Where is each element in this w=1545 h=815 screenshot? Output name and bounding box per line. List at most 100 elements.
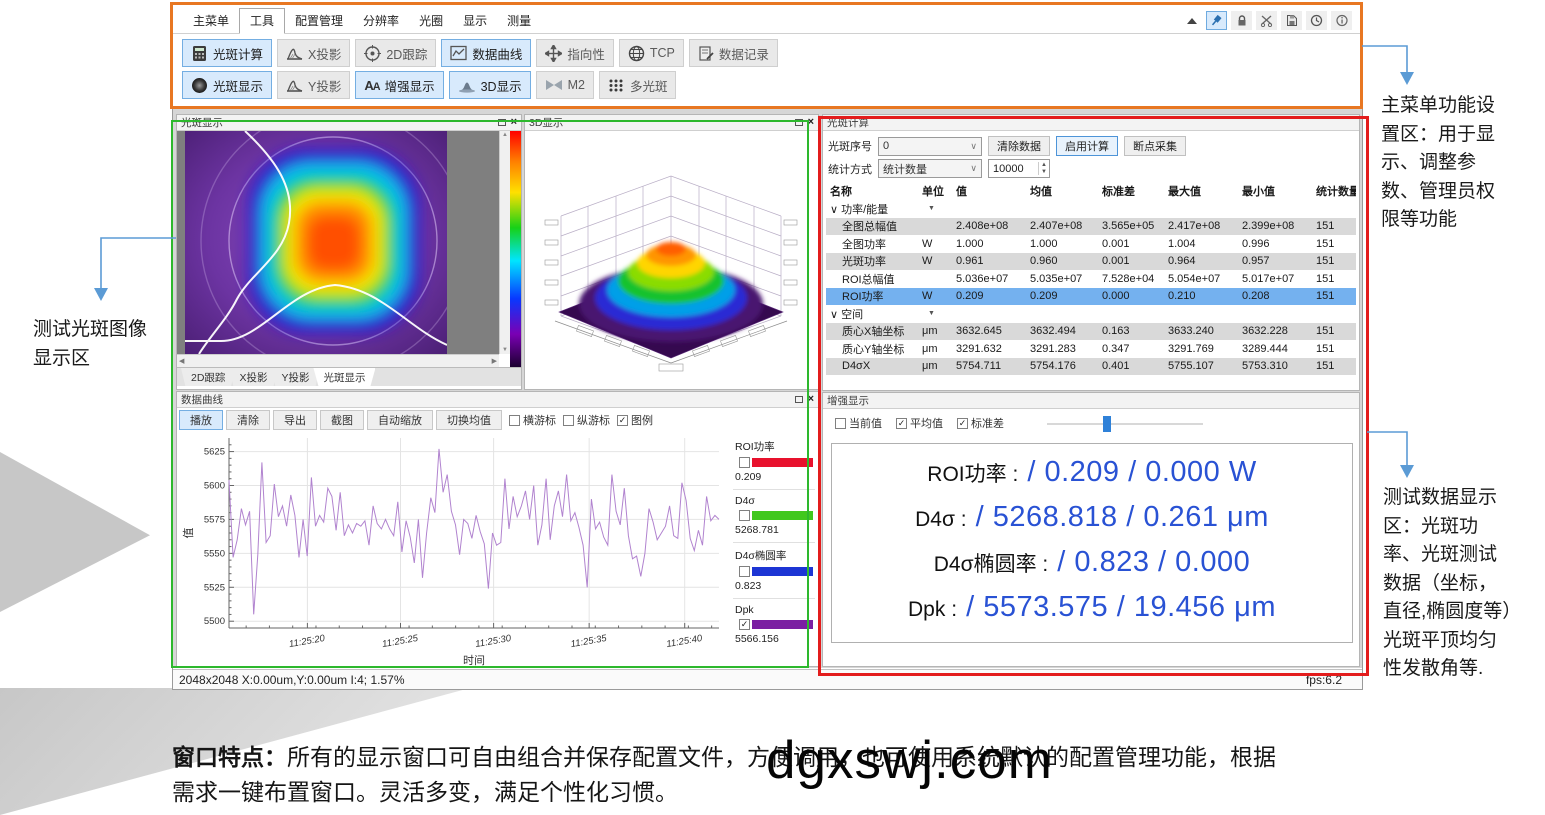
pin-button[interactable] (1206, 11, 1227, 30)
data-curve-button[interactable]: 数据曲线 (441, 39, 531, 67)
close-icon[interactable]: × (511, 117, 517, 128)
play-button[interactable]: 播放 (179, 410, 223, 430)
table-cell: 0.210 (1168, 290, 1242, 302)
group-row[interactable]: ∨ 功率/能量▼ (826, 200, 1356, 218)
track-2d-button[interactable]: 2D跟踪 (355, 39, 436, 67)
table-row[interactable]: 质心Y轴坐标μm3291.6323291.2830.3473291.769328… (826, 340, 1356, 358)
enable-calc-button[interactable]: 启用计算 (1056, 136, 1118, 156)
collapse-icon (1186, 16, 1198, 26)
table-cell: 151 (1316, 360, 1356, 372)
seq-select[interactable]: 0∨ (878, 137, 982, 156)
menu-tab-tools[interactable]: 工具 (239, 8, 285, 34)
stat-mode-select[interactable]: 统计数量∨ (878, 159, 982, 178)
menu-tab-main[interactable]: 主菜单 (183, 9, 239, 33)
clear-data-button[interactable]: 清除数据 (988, 136, 1050, 156)
tab-x-projection[interactable]: X投影 (229, 368, 277, 386)
export-button[interactable]: 导出 (273, 410, 317, 430)
std-value-checkbox[interactable]: 标准差 (957, 415, 1004, 431)
beam-display-button[interactable]: 光斑显示 (182, 71, 272, 99)
close-icon[interactable]: × (808, 394, 814, 405)
menu-tab-display[interactable]: 显示 (453, 9, 497, 33)
pointing-button[interactable]: 指向性 (536, 39, 614, 67)
restore-icon[interactable] (795, 396, 803, 403)
beam-display-panel: 光斑显示 × (176, 114, 522, 390)
horizontal-scrollbar[interactable]: ◀▶ (177, 354, 499, 367)
stat-count-spinner[interactable]: 10000▲▼ (988, 159, 1050, 178)
menu-tab-resolution[interactable]: 分辨率 (353, 9, 409, 33)
x-projection-button[interactable]: X投影 (277, 39, 350, 67)
multi-spot-button[interactable]: 多光斑 (599, 71, 677, 99)
lock-icon (1236, 14, 1248, 27)
data-record-button[interactable]: 数据记录 (689, 39, 778, 67)
checkbox-icon (563, 415, 574, 426)
checkbox-label: 平均值 (910, 415, 943, 431)
display-3d-button[interactable]: 3D显示 (449, 71, 531, 99)
tab-2d-track[interactable]: 2D跟踪 (181, 368, 235, 386)
y-projection-button[interactable]: Y投影 (277, 71, 350, 99)
m2-button[interactable]: M2 (536, 71, 594, 99)
series-checkbox[interactable] (739, 619, 750, 630)
current-value-checkbox[interactable]: 当前值 (835, 415, 882, 431)
series-checkbox[interactable] (739, 457, 750, 468)
table-row[interactable]: 全图总幅值2.408e+082.407e+083.565e+052.417e+0… (826, 218, 1356, 236)
tcp-button[interactable]: TCP (619, 39, 684, 67)
font-size-slider[interactable] (1047, 423, 1203, 425)
tab-y-projection[interactable]: Y投影 (271, 368, 319, 386)
toggle-mean-button[interactable]: 切换均值 (436, 410, 502, 430)
checkbox-icon (617, 415, 628, 426)
threed-display-panel: 3D显示 × (524, 114, 819, 390)
pin-icon (1210, 14, 1223, 27)
legend-checkbox[interactable]: 图例 (617, 412, 653, 428)
save-button[interactable] (1281, 11, 1302, 30)
table-header[interactable]: 名称单位值均值标准差最大值最小值统计数量 (826, 181, 1356, 200)
enhance-display-button[interactable]: AA增强显示 (355, 71, 443, 99)
table-row[interactable]: ROI总幅值5.036e+075.035e+077.528e+045.054e+… (826, 270, 1356, 288)
clear-button[interactable]: 清除 (226, 410, 270, 430)
x-axis-label: 时间 (463, 654, 485, 667)
table-row[interactable]: 质心X轴坐标μm3632.6453632.4940.1633633.240363… (826, 323, 1356, 341)
h-cursor-checkbox[interactable]: 横游标 (509, 412, 556, 428)
seq-label: 光斑序号 (828, 138, 872, 154)
panel-titlebar: 3D显示 × (525, 115, 818, 131)
menu-tab-measure[interactable]: 测量 (497, 9, 541, 33)
breakpoint-button[interactable]: 断点采集 (1124, 136, 1186, 156)
info-button[interactable] (1331, 11, 1352, 30)
series-checkbox[interactable] (739, 566, 750, 577)
table-cell: 151 (1316, 325, 1356, 337)
lock-button[interactable] (1231, 11, 1252, 30)
vertical-scrollbar[interactable]: ▲▼ (499, 131, 510, 354)
panel-titlebar: 光斑计算 (823, 115, 1359, 131)
restore-icon[interactable] (498, 119, 506, 126)
beam-calc-button[interactable]: 光斑计算 (182, 39, 272, 67)
slider-handle[interactable] (1103, 416, 1111, 432)
group-row[interactable]: ∨ 空间▼ (826, 305, 1356, 323)
series-checkbox[interactable] (739, 510, 750, 521)
history-button[interactable] (1306, 11, 1327, 30)
table-row[interactable]: ROI功率W0.2090.2090.0000.2100.208151 (826, 288, 1356, 306)
menu-tab-aperture[interactable]: 光圈 (409, 9, 453, 33)
table-cell: W (922, 290, 956, 302)
data-curve-chart: 55005525555055755600562511:25:2011:25:25… (179, 432, 731, 667)
button-label: TCP (650, 46, 675, 60)
table-row[interactable]: 全图功率W1.0001.0000.0011.0040.996151 (826, 235, 1356, 253)
table-row[interactable]: 光斑功率W0.9610.9600.0010.9640.957151 (826, 253, 1356, 271)
legend-item: Dpk 5566.156 (733, 598, 815, 651)
menu-tab-config[interactable]: 配置管理 (285, 9, 353, 33)
collapse-button[interactable] (1181, 11, 1202, 30)
close-icon[interactable]: × (808, 117, 814, 128)
legend-value: 0.823 (735, 580, 813, 592)
button-label: 光斑计算 (213, 44, 263, 63)
cut-button[interactable] (1256, 11, 1277, 30)
table-cell: ▼ (922, 310, 956, 317)
snapshot-button[interactable]: 截图 (320, 410, 364, 430)
mean-value-checkbox[interactable]: 平均值 (896, 415, 943, 431)
table-cell: W (922, 238, 956, 250)
v-cursor-checkbox[interactable]: 纵游标 (563, 412, 610, 428)
tab-beam-display[interactable]: 光斑显示 (313, 368, 375, 386)
value-text: / 0.823 / 0.000 (1057, 546, 1250, 579)
restore-icon[interactable] (795, 119, 803, 126)
beam-image-area[interactable] (177, 131, 499, 354)
table-row[interactable]: D4σXμm5754.7115754.1760.4015755.1075753.… (826, 358, 1356, 376)
autoscale-button[interactable]: 自动缩放 (367, 410, 433, 430)
legend-value: 0.209 (735, 471, 813, 483)
